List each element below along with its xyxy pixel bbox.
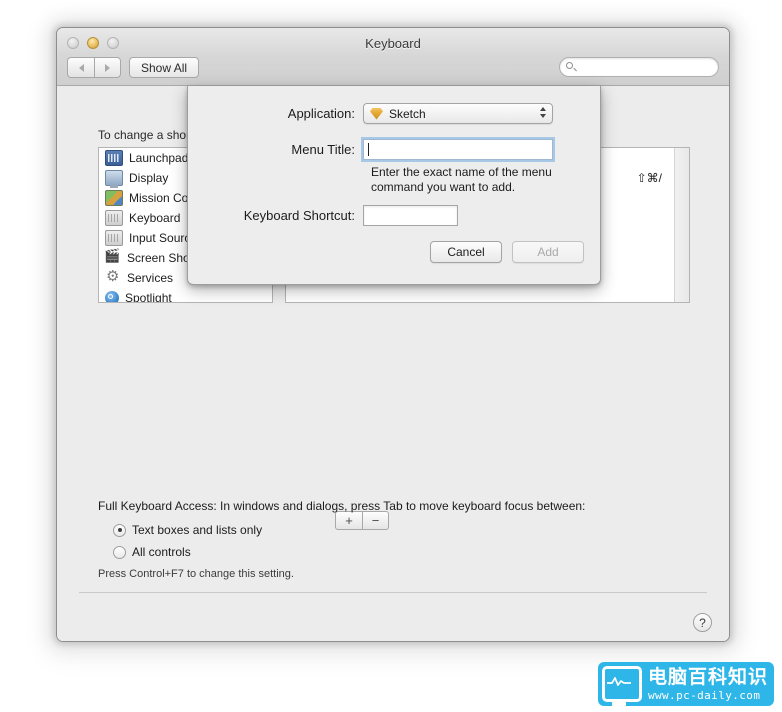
mission-control-icon	[105, 190, 123, 206]
spotlight-icon	[105, 291, 119, 302]
radio-label: Text boxes and lists only	[132, 523, 263, 537]
keyboard-shortcut-row: Keyboard Shortcut:	[188, 205, 600, 226]
add-shortcut-button[interactable]: +	[335, 511, 362, 530]
menu-title-field[interactable]	[363, 139, 553, 160]
application-value: Sketch	[389, 106, 426, 121]
shortcut-list-scrollbar[interactable]	[674, 148, 689, 302]
category-label: Services	[127, 271, 174, 285]
category-label: Spotlight	[125, 291, 172, 303]
radio-button-icon[interactable]	[113, 523, 126, 537]
sheet-button-row: Cancel Add	[430, 241, 584, 263]
launchpad-icon	[105, 150, 123, 166]
category-label: Display	[129, 171, 169, 185]
navigation-buttons	[67, 57, 121, 78]
search-input[interactable]	[581, 60, 715, 74]
show-all-button[interactable]: Show All	[129, 57, 200, 78]
watermark-text: 电脑百科知识 www.pc-daily.com	[647, 665, 768, 702]
forward-button[interactable]	[94, 57, 121, 78]
search-icon	[566, 61, 577, 73]
system-preferences-window: Keyboard Show All Keyboard Text	[56, 27, 730, 642]
chevron-updown-icon	[540, 107, 546, 118]
full-keyboard-access-label: Full Keyboard Access: In windows and dia…	[98, 499, 586, 513]
add-button[interactable]: Add	[512, 241, 584, 263]
keyboard-icon	[105, 210, 123, 226]
display-icon	[105, 170, 123, 188]
help-button[interactable]: ?	[693, 613, 712, 632]
remove-shortcut-button[interactable]: −	[362, 511, 389, 530]
menu-title-label: Menu Title:	[291, 142, 355, 157]
search-box[interactable]	[559, 57, 719, 77]
bottom-divider	[79, 592, 707, 593]
keyboard-shortcut-field[interactable]	[363, 205, 458, 226]
window-toolbar: Show All	[57, 57, 729, 85]
input-sources-icon	[105, 230, 123, 246]
site-watermark: 电脑百科知识 www.pc-daily.com	[597, 662, 774, 706]
menu-title-input[interactable]	[369, 141, 551, 158]
show-all-label: Show All	[141, 60, 188, 75]
sketch-gem-icon	[370, 107, 383, 120]
application-row: Application: Sketch	[188, 103, 600, 124]
screen-shots-icon	[104, 248, 121, 265]
watermark-chinese: 电脑百科知识	[647, 665, 768, 688]
cancel-button[interactable]: Cancel	[430, 241, 502, 263]
category-label: Keyboard	[129, 211, 181, 225]
menu-title-row: Menu Title:	[188, 139, 600, 160]
radio-text-boxes-and-lists-only[interactable]: Text boxes and lists only	[113, 523, 262, 537]
watermark-url: www.pc-daily.com	[647, 688, 761, 702]
application-popup-button[interactable]: Sketch	[363, 103, 553, 124]
radio-button-icon[interactable]	[113, 545, 126, 559]
add-remove-button-group: + −	[335, 511, 389, 530]
forward-arrow-icon	[105, 63, 110, 72]
control-f7-note: Press Control+F7 to change this setting.	[98, 568, 294, 580]
menu-title-help-text: Enter the exact name of the menu command…	[371, 165, 552, 194]
add-app-shortcut-sheet: Application: Sketch Menu Title: Enter th…	[187, 86, 601, 285]
window-title: Keyboard	[365, 36, 421, 51]
back-arrow-icon	[78, 63, 84, 72]
radio-label: All controls	[132, 545, 191, 559]
preferences-content: Keyboard Text Shortcuts Input Sources To…	[57, 86, 729, 641]
back-button[interactable]	[67, 57, 94, 78]
radio-all-controls[interactable]: All controls	[113, 545, 191, 559]
pulse-icon	[606, 677, 631, 686]
application-label: Application:	[287, 106, 355, 121]
window-titlebar: Keyboard Show All	[57, 28, 729, 86]
sidebar-item-spotlight[interactable]: Spotlight	[99, 288, 272, 303]
shortcut-key: ⇧⌘/	[636, 171, 662, 185]
services-icon	[105, 267, 121, 285]
monitor-icon	[601, 666, 642, 706]
keyboard-shortcut-label: Keyboard Shortcut:	[243, 208, 355, 223]
